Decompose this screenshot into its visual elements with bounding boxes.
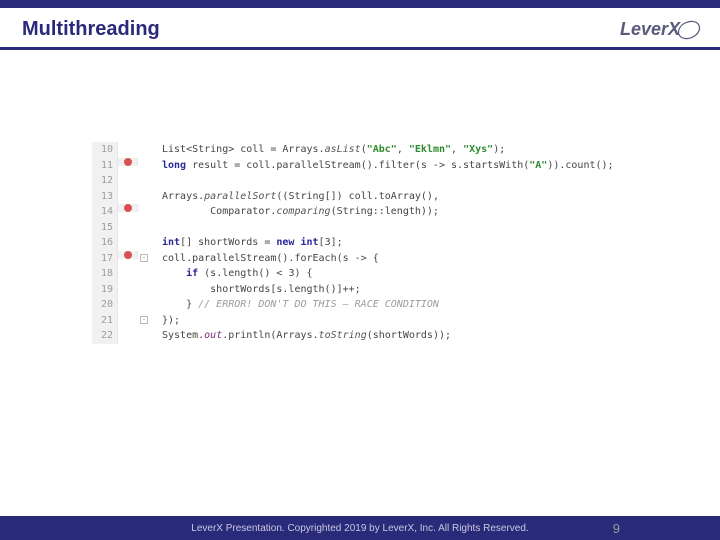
fold-icon: - [140,316,148,324]
breakpoint-icon [124,158,132,166]
swoosh-icon [676,17,702,43]
code-line: 17 -coll.parallelStream().forEach(s -> { [92,251,712,267]
breakpoint-icon [124,204,132,212]
line-number: 14 [92,204,118,220]
brand-logo: LeverX [620,19,698,40]
line-number: 22 [92,328,118,344]
line-number: 19 [92,282,118,298]
code-content: coll.parallelStream().forEach(s -> { [152,251,379,267]
code-content: shortWords[s.length()]++; [152,282,361,298]
code-line: 14 Comparator.comparing(String::length))… [92,204,712,220]
code-line: 19 shortWords[s.length()]++; [92,282,712,298]
breakpoint-icon [124,251,132,259]
line-number: 13 [92,189,118,205]
code-content: System.out.println(Arrays.toString(short… [152,328,451,344]
code-line: 18 if (s.length() < 3) { [92,266,712,282]
code-content: }); [152,313,180,329]
code-line: 12 [92,173,712,189]
line-number: 18 [92,266,118,282]
code-line: 16 int[] shortWords = new int[3]; [92,235,712,251]
page-number: 9 [613,521,620,536]
code-line: 21 -}); [92,313,712,329]
breakpoint-gutter[interactable] [118,251,138,259]
code-content: } // ERROR! DON'T DO THIS – RACE CONDITI… [152,297,439,313]
slide-title: Multithreading [22,18,160,41]
line-number: 20 [92,297,118,313]
slide-header: Multithreading LeverX [0,8,720,50]
code-line: 10 List<String> coll = Arrays.asList("Abc… [92,142,712,158]
line-number: 17 [92,251,118,267]
code-line: 22 System.out.println(Arrays.toString(sho… [92,328,712,344]
line-number: 15 [92,220,118,236]
code-line: 15 [92,220,712,236]
breakpoint-gutter[interactable] [118,204,138,212]
line-number: 16 [92,235,118,251]
code-line: 13 Arrays.parallelSort((String[]) coll.to… [92,189,712,205]
copyright-text: LeverX Presentation. Copyrighted 2019 by… [191,523,528,534]
line-number: 21 [92,313,118,329]
brand-logo-text: LeverX [620,19,680,39]
code-editor: 10 List<String> coll = Arrays.asList("Abc… [92,142,712,344]
code-line: 20 } // ERROR! DON'T DO THIS – RACE COND… [92,297,712,313]
code-content: List<String> coll = Arrays.asList("Abc",… [152,142,505,158]
breakpoint-gutter[interactable] [118,158,138,166]
line-number: 10 [92,142,118,158]
line-number: 12 [92,173,118,189]
code-content: int[] shortWords = new int[3]; [152,235,343,251]
line-number: 11 [92,158,118,174]
code-content: Arrays.parallelSort((String[]) coll.toAr… [152,189,439,205]
code-content: if (s.length() < 3) { [152,266,313,282]
code-content: long result = coll.parallelStream().filt… [152,158,614,174]
top-accent-bar [0,0,720,8]
code-content: Comparator.comparing(String::length)); [152,204,439,220]
code-line: 11 long result = coll.parallelStream().fi… [92,158,712,174]
fold-icon: - [140,254,148,262]
